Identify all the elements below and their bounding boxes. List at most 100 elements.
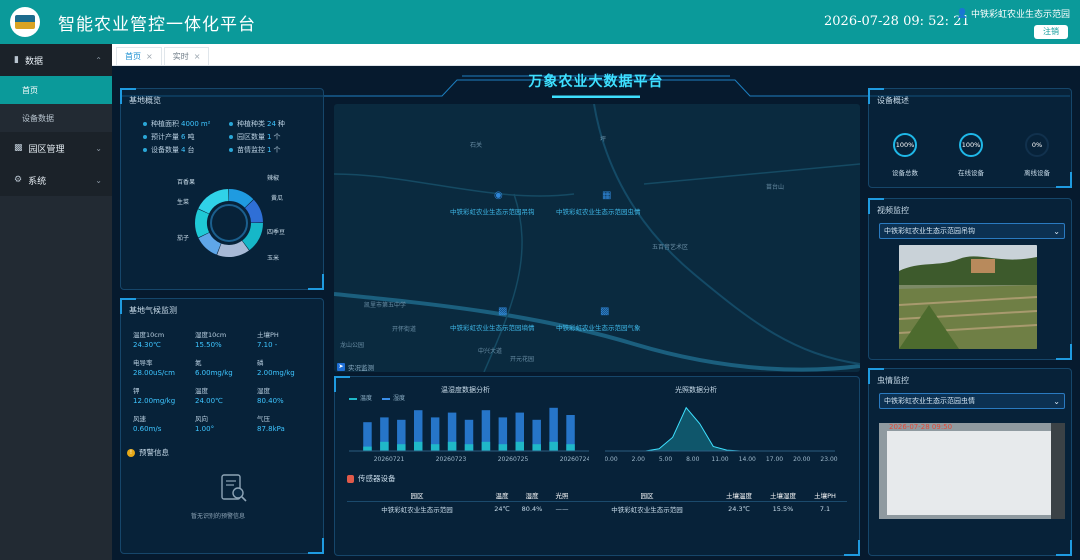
donut-label: 玉米 xyxy=(267,255,280,262)
donut-label: 辣椒 xyxy=(267,175,280,182)
donut-slice xyxy=(195,209,210,238)
column-header: 土壤湿度 xyxy=(770,492,796,500)
map-place-name: 坪 xyxy=(600,136,607,143)
info-value: 1 xyxy=(267,132,272,141)
menu-group-system[interactable]: ⚙ 系统 ⌄ xyxy=(0,164,112,196)
app-logo xyxy=(10,7,40,37)
tick-label: 20260723 xyxy=(436,456,467,463)
pest-marker-icon[interactable]: ▦ xyxy=(602,190,612,201)
info-unit: 个 xyxy=(273,132,281,141)
map-marker-label[interactable]: 中铁彩虹农业生态示范园气象 xyxy=(556,322,641,332)
sidebar: ▮ 数据 ⌃ 首页 设备数据 ▩ 园区管理 ⌄ ⚙ 系统 ⌄ xyxy=(0,44,112,560)
donut-slice xyxy=(198,189,229,214)
tick-label: 0.00 xyxy=(605,456,618,463)
map-marker-label[interactable]: 中铁彩虹农业生态示范园虫情 xyxy=(556,206,641,216)
park-icon: ▩ xyxy=(14,143,23,153)
chevron-up-icon: ⌃ xyxy=(95,55,102,65)
menu-group-label: 系统 xyxy=(28,176,47,187)
video-source-select[interactable]: 中铁彩虹农业生态示范园吊钩 ⌄ xyxy=(879,223,1065,239)
weather-metric: 风速 0.60m/s xyxy=(133,415,162,433)
top-bar: 智能农业管控一体化平台 2026-07-28 09: 52: 21 👤 中铁彩虹… xyxy=(0,0,1080,44)
app-title: 智能农业管控一体化平台 xyxy=(58,14,256,35)
tab-label: 首页 xyxy=(125,52,141,61)
donut-label: 茄子 xyxy=(177,235,190,242)
close-icon[interactable]: × xyxy=(194,52,201,61)
tab-home[interactable]: 首页 × xyxy=(116,47,162,65)
sensor-title: 传感器设备 xyxy=(358,474,396,483)
info-key: 种植种类 xyxy=(237,119,265,128)
table-cell: 15.5% xyxy=(772,504,794,513)
soil-marker-icon[interactable]: ▩ xyxy=(498,306,508,317)
info-unit: m² xyxy=(200,119,211,128)
info-key: 种植面积 xyxy=(151,119,179,128)
table-cell: 24℃ xyxy=(494,504,510,513)
map-place-name: 石关 xyxy=(470,142,483,149)
column-header: 光照 xyxy=(555,492,569,500)
weather-metric: 气压 87.8kPa xyxy=(257,415,285,433)
pest-trap-image[interactable]: 2026-07-28 09:50 xyxy=(879,423,1065,519)
weather-metric: 温度 24.00℃ xyxy=(195,387,223,405)
tab-label: 实时 xyxy=(172,52,189,61)
weather-metric: 电导率 28.00uS/cm xyxy=(133,359,175,377)
video-panel: 视频监控 中铁彩虹农业生态示范园吊钩 ⌄ xyxy=(868,198,1072,360)
menu-group-data[interactable]: ▮ 数据 ⌃ xyxy=(0,44,112,76)
empty-text: 暂无识别的预警信息 xyxy=(190,513,245,520)
clock: 2026-07-28 09: 52: 21 xyxy=(824,14,970,29)
donut-label: 黄瓜 xyxy=(271,195,284,202)
sidebar-item-device-data[interactable]: 设备数据 xyxy=(0,104,112,132)
tick-label: 11.00 xyxy=(711,456,728,463)
donut-label: 百香果 xyxy=(177,179,196,186)
light-chart: 0.00 2.00 5.00 8.00 11.00 14.00 17.00 20.00 23.0… xyxy=(605,406,838,463)
tick-label: 8.00 xyxy=(686,456,700,463)
gear-icon: ⚙ xyxy=(14,175,23,185)
weather-metric: 温度10cm 24.30℃ xyxy=(133,331,165,349)
info-key: 园区数量 xyxy=(237,132,265,141)
live-monitor-tag[interactable]: ➤ 实况监测 xyxy=(337,362,374,372)
sidebar-item-home[interactable]: 首页 xyxy=(0,76,112,104)
weather-metric: 风向 1.00° xyxy=(195,415,215,433)
chevron-down-icon: ⌄ xyxy=(95,175,102,185)
map-marker-label[interactable]: 中铁彩虹农业生态示范园墒情 xyxy=(450,322,535,332)
sensor-table: 园区 温度 湿度 光照 园区 土壤温度 土壤湿度 土壤PH 中铁彩虹农业生态示范… xyxy=(347,489,847,515)
map-place-name: 五百音艺术区 xyxy=(652,244,689,251)
info-unit: 吨 xyxy=(187,132,195,141)
tick-label: 14.00 xyxy=(739,456,756,463)
column-header: 园区 xyxy=(640,492,654,500)
map-view[interactable]: 石关 坪 苗台山 五百音艺术区 凯里市第五中学 开怀街道 龙山公园 开元花园 中… xyxy=(334,104,860,372)
menu-group-park[interactable]: ▩ 园区管理 ⌄ xyxy=(0,132,112,164)
table-cell: 24.3℃ xyxy=(728,504,750,513)
table-header: 园区 温度 湿度 光照 园区 土壤温度 土壤湿度 土壤PH xyxy=(347,489,847,502)
user-name: 中铁彩虹农业生态示范园 xyxy=(970,10,1070,20)
pest-source-select[interactable]: 中铁彩虹农业生态示范园虫情 ⌄ xyxy=(879,393,1065,409)
weather-marker-icon[interactable]: ▩ xyxy=(600,306,610,317)
close-icon[interactable]: × xyxy=(146,52,153,61)
user-info[interactable]: 👤 中铁彩虹农业生态示范园 xyxy=(957,7,1070,21)
table-row[interactable]: 中铁彩虹农业生态示范园 24℃ 80.4% —— 中铁彩虹农业生态示范园 24.… xyxy=(347,502,847,515)
map-marker-label[interactable]: 中铁彩虹农业生态示范园吊钩 xyxy=(450,206,535,216)
video-feed[interactable] xyxy=(899,245,1037,349)
weather-metric: 磷 2.00mg/kg xyxy=(257,359,295,377)
camera-marker-icon[interactable]: ◉ xyxy=(494,190,504,201)
tab-realtime[interactable]: 实时 × xyxy=(163,47,210,65)
bar-temperature xyxy=(447,441,457,451)
bar-temperature xyxy=(566,444,575,451)
chevron-down-icon: ⌄ xyxy=(1053,396,1060,406)
info-unit: 个 xyxy=(273,145,281,154)
bar-temperature xyxy=(363,446,372,451)
panel-title: 设备概述 xyxy=(877,96,909,105)
chart-legend: 温度 湿度 xyxy=(349,393,405,402)
legend-item: 温度 xyxy=(349,393,372,402)
bar-temperature xyxy=(532,444,541,451)
bar-chart-icon: ▮ xyxy=(14,55,19,65)
tick-label: 20260724 xyxy=(560,456,589,463)
tab-bar: 首页 × 实时 × xyxy=(112,44,1080,66)
legend-item: 湿度 xyxy=(382,393,405,402)
chevron-down-icon: ⌄ xyxy=(1053,226,1060,236)
temp-humidity-chart: 20260721 20260723 20260725 20260724 xyxy=(349,407,589,463)
device-stat: 100% 设备总数 xyxy=(875,133,935,177)
info-value: 4000 xyxy=(181,119,199,128)
bar-temperature xyxy=(481,441,491,451)
logout-button[interactable]: 注销 xyxy=(1034,25,1068,39)
table-cell: 7.1 xyxy=(819,504,831,513)
device-stat: 0% 离线设备 xyxy=(1007,133,1067,177)
